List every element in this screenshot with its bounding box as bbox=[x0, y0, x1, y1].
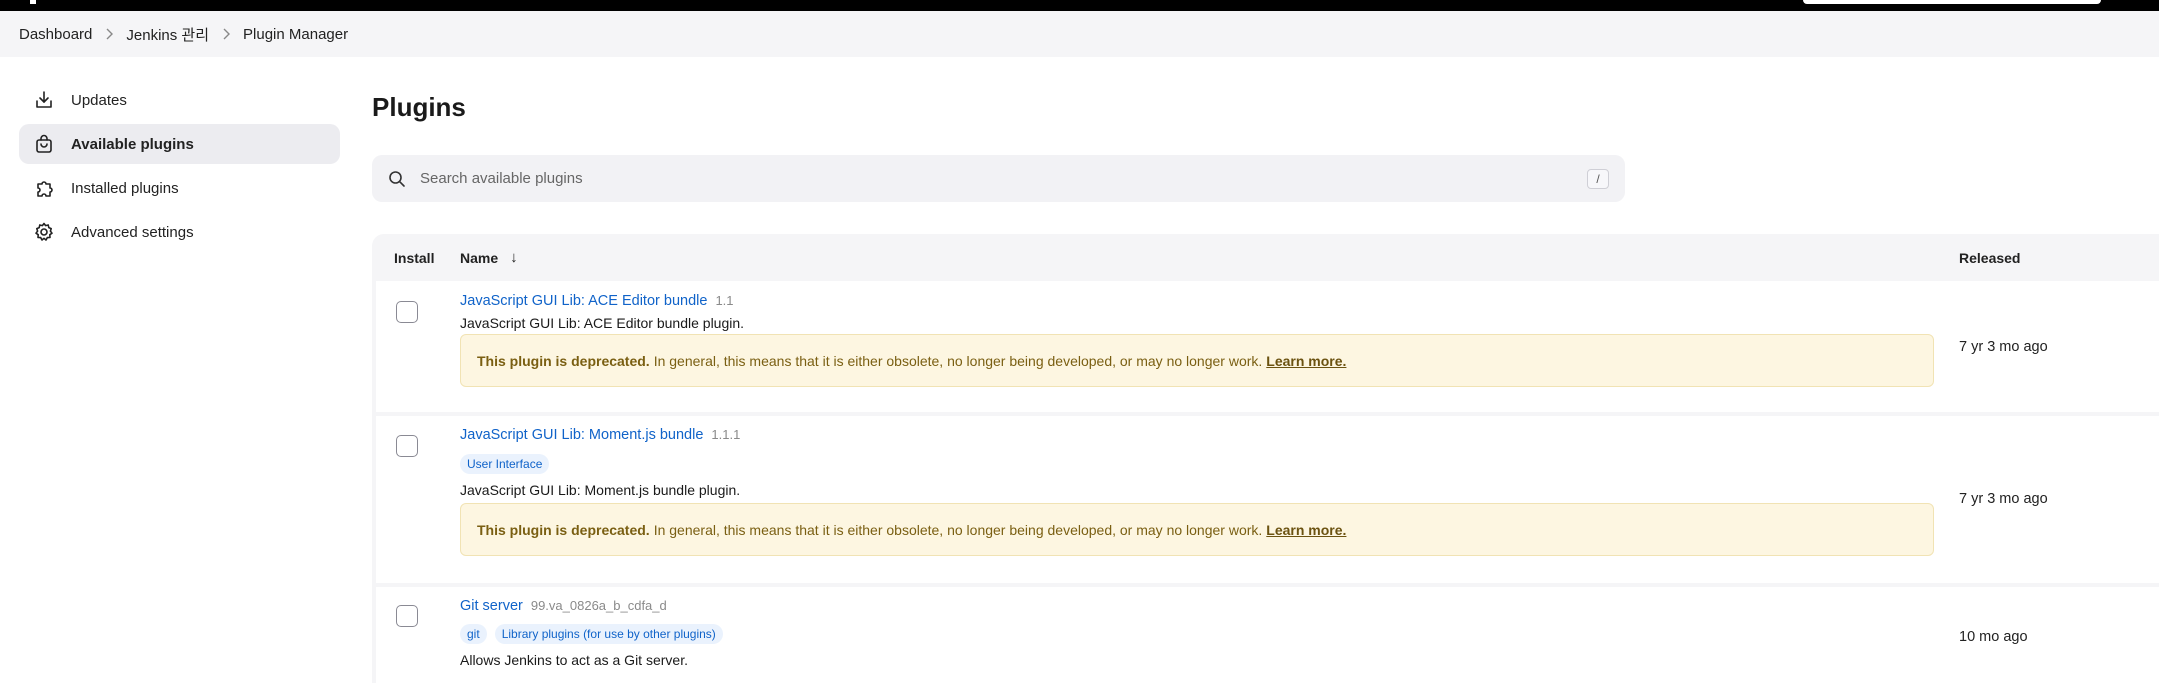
top-bar bbox=[0, 0, 2159, 11]
table-row: JavaScript GUI Lib: ACE Editor bundle 1.… bbox=[376, 281, 2159, 412]
deprecation-warning-title: This plugin is deprecated. bbox=[477, 521, 650, 538]
deprecation-warning-text: In general, this means that it is either… bbox=[653, 352, 1263, 369]
column-header-name[interactable]: Name ↓ bbox=[460, 249, 518, 266]
keyboard-shortcut-badge: / bbox=[1587, 168, 1609, 189]
sidebar-item-installed-plugins[interactable]: Installed plugins bbox=[19, 168, 340, 208]
sidebar-item-label: Installed plugins bbox=[71, 179, 179, 197]
plugin-version: 99.va_0826a_b_cdfa_d bbox=[530, 598, 667, 613]
plugin-search-box[interactable]: / bbox=[372, 155, 1625, 202]
install-checkbox[interactable] bbox=[396, 435, 418, 457]
table-row: Git server 99.va_0826a_b_cdfa_d git Libr… bbox=[376, 587, 2159, 683]
sidebar-item-label: Advanced settings bbox=[71, 223, 194, 241]
plugin-tag[interactable]: git bbox=[460, 624, 487, 644]
plugin-tags: git Library plugins (for use by other pl… bbox=[460, 624, 723, 644]
chevron-right-icon bbox=[104, 28, 114, 40]
main-content: Plugins / Install Name ↓ Released JavaSc… bbox=[372, 80, 2159, 683]
sidebar-item-label: Updates bbox=[71, 91, 127, 109]
column-header-install: Install bbox=[394, 249, 435, 266]
download-icon bbox=[33, 89, 55, 111]
sidebar: Updates Available plugins Installed plug… bbox=[19, 80, 340, 256]
install-checkbox[interactable] bbox=[396, 605, 418, 627]
sidebar-item-available-plugins[interactable]: Available plugins bbox=[19, 124, 340, 164]
search-input[interactable] bbox=[420, 170, 1587, 187]
sort-arrow-down-icon: ↓ bbox=[510, 249, 518, 266]
gear-icon bbox=[33, 221, 55, 243]
table-row: JavaScript GUI Lib: Moment.js bundle 1.1… bbox=[376, 416, 2159, 583]
sidebar-item-label: Available plugins bbox=[71, 135, 194, 153]
learn-more-link[interactable]: Learn more. bbox=[1266, 353, 1346, 369]
plugin-tag[interactable]: User Interface bbox=[460, 454, 550, 474]
plugin-description: JavaScript GUI Lib: ACE Editor bundle pl… bbox=[460, 315, 745, 331]
released-date: 10 mo ago bbox=[1959, 629, 2028, 645]
plugin-description: JavaScript GUI Lib: Moment.js bundle plu… bbox=[460, 482, 741, 498]
column-header-name-label: Name bbox=[460, 249, 499, 266]
breadcrumb-plugin-manager[interactable]: Plugin Manager bbox=[243, 26, 348, 43]
page-title: Plugins bbox=[372, 92, 466, 122]
chevron-right-icon bbox=[221, 28, 231, 40]
global-search-input[interactable] bbox=[1803, 0, 2101, 4]
search-icon bbox=[388, 170, 406, 188]
sidebar-item-updates[interactable]: Updates bbox=[19, 80, 340, 120]
plugin-version: 1.1.1 bbox=[711, 427, 741, 442]
plugin-tags: User Interface bbox=[460, 454, 550, 474]
shopping-bag-icon bbox=[33, 133, 55, 155]
released-date: 7 yr 3 mo ago bbox=[1959, 339, 2048, 355]
plugin-version: 1.1 bbox=[715, 293, 734, 308]
table-header: Install Name ↓ Released bbox=[372, 234, 2159, 281]
deprecation-warning-text: In general, this means that it is either… bbox=[653, 521, 1263, 538]
breadcrumb: Dashboard Jenkins 관리 Plugin Manager bbox=[0, 11, 2159, 57]
learn-more-link[interactable]: Learn more. bbox=[1266, 522, 1346, 538]
puzzle-icon bbox=[33, 177, 55, 199]
deprecation-warning-title: This plugin is deprecated. bbox=[477, 352, 650, 369]
plugin-description: Allows Jenkins to act as a Git server. bbox=[460, 652, 688, 668]
deprecation-warning: This plugin is deprecated. In general, t… bbox=[460, 503, 1934, 556]
plugin-name-link[interactable]: JavaScript GUI Lib: Moment.js bundle bbox=[460, 427, 703, 443]
plugin-name-link[interactable]: Git server bbox=[460, 598, 523, 614]
breadcrumb-jenkins-manage[interactable]: Jenkins 관리 bbox=[126, 24, 209, 45]
sidebar-item-advanced-settings[interactable]: Advanced settings bbox=[19, 212, 340, 252]
released-date: 7 yr 3 mo ago bbox=[1959, 491, 2048, 507]
install-checkbox[interactable] bbox=[396, 301, 418, 323]
column-header-released[interactable]: Released bbox=[1959, 250, 2020, 266]
breadcrumb-dashboard[interactable]: Dashboard bbox=[19, 26, 92, 43]
plugins-table: Install Name ↓ Released JavaScript GUI L… bbox=[372, 234, 2159, 683]
plugin-name-link[interactable]: JavaScript GUI Lib: ACE Editor bundle bbox=[460, 293, 707, 309]
plugin-tag[interactable]: Library plugins (for use by other plugin… bbox=[494, 624, 723, 644]
logo[interactable] bbox=[30, 0, 36, 4]
deprecation-warning: This plugin is deprecated. In general, t… bbox=[460, 334, 1934, 387]
